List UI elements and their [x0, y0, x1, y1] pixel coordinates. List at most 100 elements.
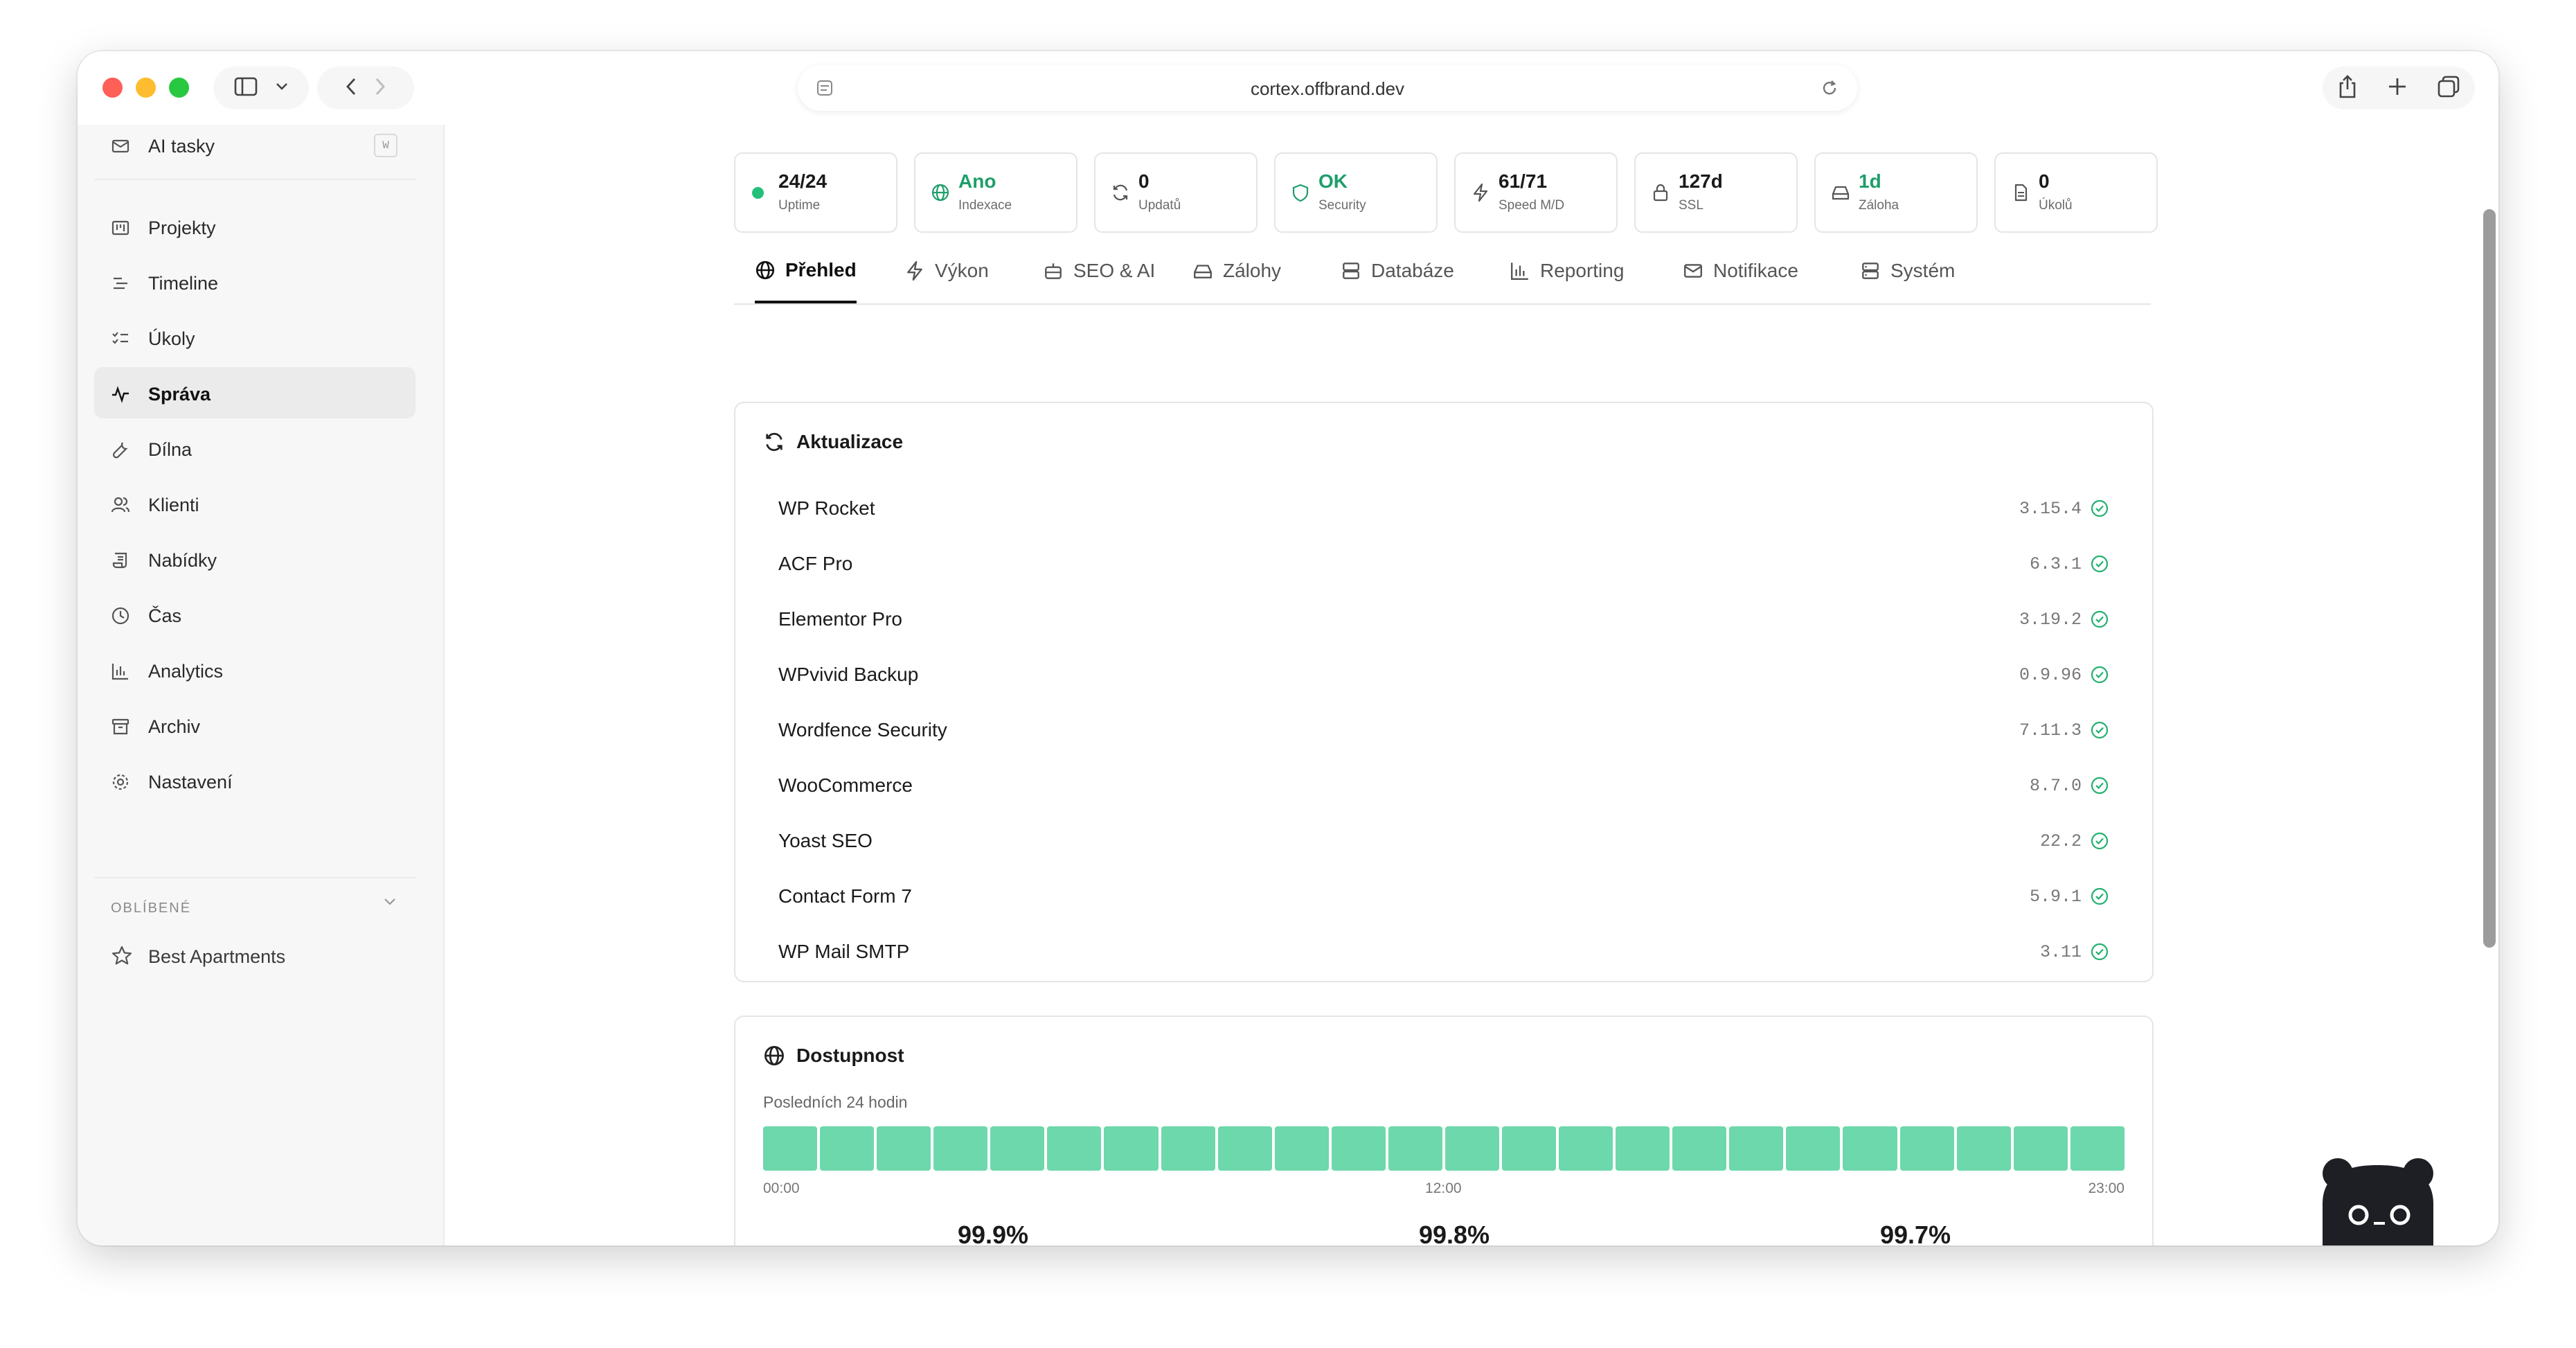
plugin-row[interactable]: WPvivid Backup 0.9.96	[778, 648, 2109, 701]
plugin-row[interactable]: WP Rocket 3.15.4	[778, 482, 2109, 535]
uptime-hour-bar[interactable]	[1444, 1126, 1500, 1171]
tab-overview-icon[interactable]	[2437, 75, 2460, 102]
stat-label: Uptime	[778, 198, 821, 213]
tab-databaze[interactable]: Databáze	[1341, 240, 1454, 302]
sidebar-item-nastaveni[interactable]: Nastavení	[94, 755, 415, 806]
stat-card-indexace[interactable]: Ano Indexace	[914, 152, 1077, 233]
uptime-hour-bar[interactable]	[1104, 1126, 1159, 1171]
bear-mascot-icon[interactable]	[2316, 1155, 2440, 1245]
uptime-hour-bar[interactable]	[933, 1126, 988, 1171]
browser-window: cortex.offbrand.dev AI tasky W Projekty …	[78, 51, 2498, 1245]
share-icon[interactable]	[2337, 74, 2358, 103]
plugin-version: 3.19.2	[2019, 610, 2082, 630]
globe-icon	[931, 183, 950, 202]
stat-card-zaloha[interactable]: 1d Záloha	[1814, 152, 1978, 233]
stat-card-ssl[interactable]: 127d SSL	[1634, 152, 1798, 233]
maximize-window-button[interactable]	[169, 78, 189, 98]
mail-icon	[1683, 260, 1703, 281]
kanban-icon	[111, 218, 129, 236]
tab-prehled[interactable]: Přehled	[755, 240, 857, 303]
uptime-hour-bar[interactable]	[1388, 1126, 1442, 1171]
sidebar-item-ukoly[interactable]: Úkoly	[94, 312, 415, 363]
sidebar-item-label: Čas	[148, 605, 182, 626]
plugin-row[interactable]: WP Mail SMTP 3.11	[778, 925, 2109, 978]
tab-zalohy[interactable]: Zálohy	[1192, 240, 1281, 302]
minimize-window-button[interactable]	[136, 78, 156, 98]
tab-notifikace[interactable]: Notifikace	[1683, 240, 1798, 302]
uptime-hour-bar[interactable]	[1843, 1126, 1897, 1171]
check-circle-icon	[2090, 720, 2109, 743]
metric-7d: 99.8% 7d	[1350, 1221, 1558, 1245]
uptime-hour-bar[interactable]	[820, 1126, 875, 1171]
plugin-row[interactable]: ACF Pro 6.3.1	[778, 538, 2109, 590]
uptime-hour-bar[interactable]	[2013, 1126, 2068, 1171]
stat-card-security[interactable]: OK Security	[1274, 152, 1438, 233]
back-icon[interactable]	[346, 78, 357, 99]
forward-icon[interactable]	[375, 78, 386, 99]
sidebar-item-projekty[interactable]: Projekty	[94, 201, 415, 252]
uptime-hour-bar[interactable]	[1899, 1126, 1954, 1171]
card-subtitle: Posledních 24 hodin	[763, 1093, 908, 1111]
plugin-version: 6.3.1	[2029, 554, 2082, 574]
plugin-row[interactable]: WooCommerce 8.7.0	[778, 759, 2109, 812]
uptime-hour-bar[interactable]	[1559, 1126, 1613, 1171]
tab-seo-ai[interactable]: SEO & AI	[1043, 240, 1155, 302]
status-dot-icon	[752, 187, 764, 199]
uptime-hour-bar[interactable]	[763, 1126, 818, 1171]
plugin-name: Contact Form 7	[778, 885, 912, 907]
sidebar-item-dilna[interactable]: Dílna	[94, 423, 415, 474]
sidebar-item-timeline[interactable]: Timeline	[94, 256, 415, 308]
sidebar-item-analytics[interactable]: Analytics	[94, 644, 415, 695]
plugin-version: 22.2	[2039, 831, 2082, 851]
sidebar-item-sprava[interactable]: Správa	[94, 367, 415, 418]
tab-vykon[interactable]: Výkon	[904, 240, 989, 302]
uptime-hour-bar[interactable]	[1729, 1126, 1784, 1171]
uptime-hour-bar[interactable]	[1786, 1126, 1841, 1171]
uptime-hour-bar[interactable]	[1956, 1126, 2011, 1171]
plugin-name: ACF Pro	[778, 553, 853, 574]
address-bar[interactable]: cortex.offbrand.dev	[798, 65, 1857, 111]
plugin-row[interactable]: Contact Form 7 5.9.1	[778, 870, 2109, 923]
uptime-hour-bar[interactable]	[1047, 1126, 1102, 1171]
sidebar-item-cas[interactable]: Čas	[94, 589, 415, 640]
reload-icon[interactable]	[1820, 78, 1839, 101]
plugin-row[interactable]: Yoast SEO 22.2	[778, 815, 2109, 867]
new-tab-icon[interactable]	[2387, 76, 2408, 100]
check-circle-icon	[2090, 554, 2109, 577]
favorite-item-best-apartments[interactable]: Best Apartments	[148, 946, 285, 968]
globe-icon	[763, 1045, 785, 1070]
uptime-hour-bar[interactable]	[2070, 1126, 2125, 1171]
uptime-hour-bar[interactable]	[1502, 1126, 1557, 1171]
metric-24h: 99.9% 24h	[889, 1221, 1097, 1245]
uptime-hour-bar[interactable]	[1331, 1126, 1386, 1171]
uptime-hour-bar[interactable]	[1672, 1126, 1727, 1171]
uptime-hour-bar[interactable]	[990, 1126, 1045, 1171]
globe-icon	[755, 260, 776, 281]
sidebar-item-archiv[interactable]: Archiv	[94, 700, 415, 751]
close-window-button[interactable]	[102, 78, 123, 98]
uptime-hour-bar[interactable]	[877, 1126, 931, 1171]
availability-card: Dostupnost Posledních 24 hodin 00:00 12:…	[734, 1016, 2154, 1245]
plugin-row[interactable]: Elementor Pro 3.19.2	[778, 593, 2109, 646]
uptime-hour-bar[interactable]	[1217, 1126, 1272, 1171]
check-circle-icon	[2090, 499, 2109, 522]
tab-reporting[interactable]: Reporting	[1510, 240, 1624, 302]
scrollbar[interactable]	[2483, 209, 2496, 948]
sidebar-item-nabidky[interactable]: Nabídky	[94, 533, 415, 585]
tab-system[interactable]: Systém	[1860, 240, 1955, 302]
stat-card-updaty[interactable]: 0 Updatů	[1094, 152, 1258, 233]
plugin-row[interactable]: Wordfence Security 7.11.3	[778, 704, 2109, 756]
stat-card-ukoly[interactable]: 0 Úkolů	[1994, 152, 2158, 233]
chevron-down-icon[interactable]	[382, 897, 397, 910]
uptime-hour-bar[interactable]	[1274, 1126, 1329, 1171]
lightning-icon	[904, 260, 925, 281]
sidebar-item-ai-tasky[interactable]: AI tasky W	[94, 119, 415, 170]
stat-card-speed[interactable]: 61/71 Speed M/D	[1454, 152, 1618, 233]
sidebar-item-klienti[interactable]: Klienti	[94, 478, 415, 529]
sidebar-toggle-button[interactable]	[213, 66, 309, 109]
stat-card-uptime[interactable]: 24/24 Uptime	[734, 152, 897, 233]
card-title: Dostupnost	[796, 1045, 904, 1066]
plugin-version: 7.11.3	[2019, 720, 2082, 740]
uptime-hour-bar[interactable]	[1161, 1126, 1215, 1171]
uptime-hour-bar[interactable]	[1616, 1126, 1670, 1171]
